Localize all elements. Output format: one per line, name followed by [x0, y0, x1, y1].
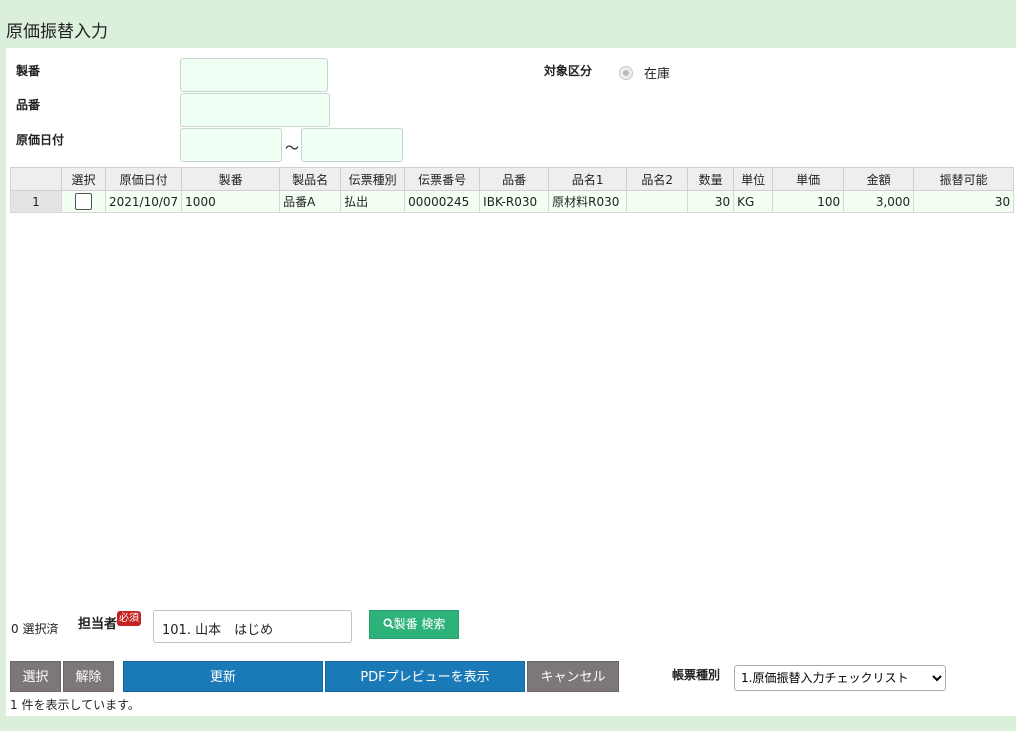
col-header-amount[interactable]: 金額 [843, 167, 915, 191]
hinban-input[interactable] [180, 93, 330, 127]
date-range-separator: ～ [285, 141, 299, 157]
date-label: 原価日付 [16, 133, 65, 147]
col-header-rownum [10, 167, 62, 191]
target-radio-label: 在庫 [644, 67, 671, 82]
cell-slip-type: 払出 [340, 190, 406, 213]
main-panel: 製番 品番 原価日付 ～ 対象区分 在庫 0 選択済 担当者 必須 101. 山… [6, 48, 1016, 716]
col-header-seiban[interactable]: 製番 [181, 167, 281, 191]
status-text: 1 件を表示しています。 [10, 698, 140, 712]
cell-name1: 原材料R030 [548, 190, 628, 213]
tanto-value: 101. 山本 はじめ [162, 623, 274, 638]
col-header-slip-type[interactable]: 伝票種別 [340, 167, 406, 191]
seiban-search-button[interactable]: 製番 検索 [369, 610, 459, 639]
table-row[interactable]: 1 2021/10/07 1000 品番A 払出 00000245 IBK-R0… [10, 190, 1015, 213]
table-header-row: 選択 原価日付 製番 製品名 伝票種別 伝票番号 品番 品名1 品名2 数量 単… [10, 167, 1015, 191]
cell-slip-no: 00000245 [404, 190, 481, 213]
row-select-checkbox[interactable] [75, 193, 92, 210]
cell-qty: 30 [687, 190, 735, 213]
col-header-slip-no[interactable]: 伝票番号 [404, 167, 481, 191]
cell-transferable: 30 [913, 190, 1015, 213]
col-header-product[interactable]: 製品名 [279, 167, 342, 191]
title-bar: 原価振替入力 [0, 0, 1016, 48]
tanto-label: 担当者 [78, 617, 118, 632]
page-title: 原価振替入力 [6, 22, 108, 42]
search-icon [383, 618, 394, 629]
target-radio-zaiko[interactable] [619, 66, 633, 80]
cell-amount: 3,000 [843, 190, 915, 213]
col-header-unit[interactable]: 単位 [733, 167, 774, 191]
required-badge: 必須 [117, 611, 141, 626]
row-number: 1 [10, 190, 62, 213]
cell-name2 [626, 190, 689, 213]
selected-count: 0 選択済 [11, 622, 59, 636]
target-label: 対象区分 [544, 64, 593, 78]
report-type-select[interactable]: 1.原価振替入力チェックリスト [734, 665, 946, 691]
cell-seiban: 1000 [181, 190, 281, 213]
date-to-input[interactable] [301, 128, 403, 162]
date-from-input[interactable] [180, 128, 282, 162]
col-header-qty[interactable]: 数量 [687, 167, 735, 191]
col-header-date[interactable]: 原価日付 [104, 167, 183, 191]
seiban-label: 製番 [16, 64, 41, 78]
cell-product: 品番A [279, 190, 342, 213]
tanto-input[interactable]: 101. 山本 はじめ [153, 610, 352, 643]
cell-date: 2021/10/07 [104, 190, 183, 213]
col-header-hinban[interactable]: 品番 [479, 167, 550, 191]
col-header-name1[interactable]: 品名1 [548, 167, 628, 191]
cancel-button[interactable]: キャンセル [527, 661, 619, 692]
cell-price: 100 [772, 190, 845, 213]
cell-hinban: IBK-R030 [479, 190, 550, 213]
row-select-cell [61, 190, 106, 213]
seiban-input[interactable] [180, 58, 328, 92]
col-header-transferable[interactable]: 振替可能 [913, 167, 1015, 191]
clear-button[interactable]: 解除 [63, 661, 114, 692]
hinban-label: 品番 [16, 98, 41, 112]
col-header-name2[interactable]: 品名2 [626, 167, 689, 191]
pdf-preview-button[interactable]: PDFプレビューを表示 [325, 661, 525, 692]
cell-unit: KG [733, 190, 774, 213]
search-button-label: 製番 検索 [393, 617, 446, 631]
col-header-price[interactable]: 単価 [772, 167, 845, 191]
col-header-select[interactable]: 選択 [61, 167, 106, 191]
select-button[interactable]: 選択 [10, 661, 61, 692]
report-type-label: 帳票種別 [672, 668, 721, 682]
data-table: 選択 原価日付 製番 製品名 伝票種別 伝票番号 品番 品名1 品名2 数量 単… [10, 167, 1015, 213]
update-button[interactable]: 更新 [123, 661, 323, 692]
